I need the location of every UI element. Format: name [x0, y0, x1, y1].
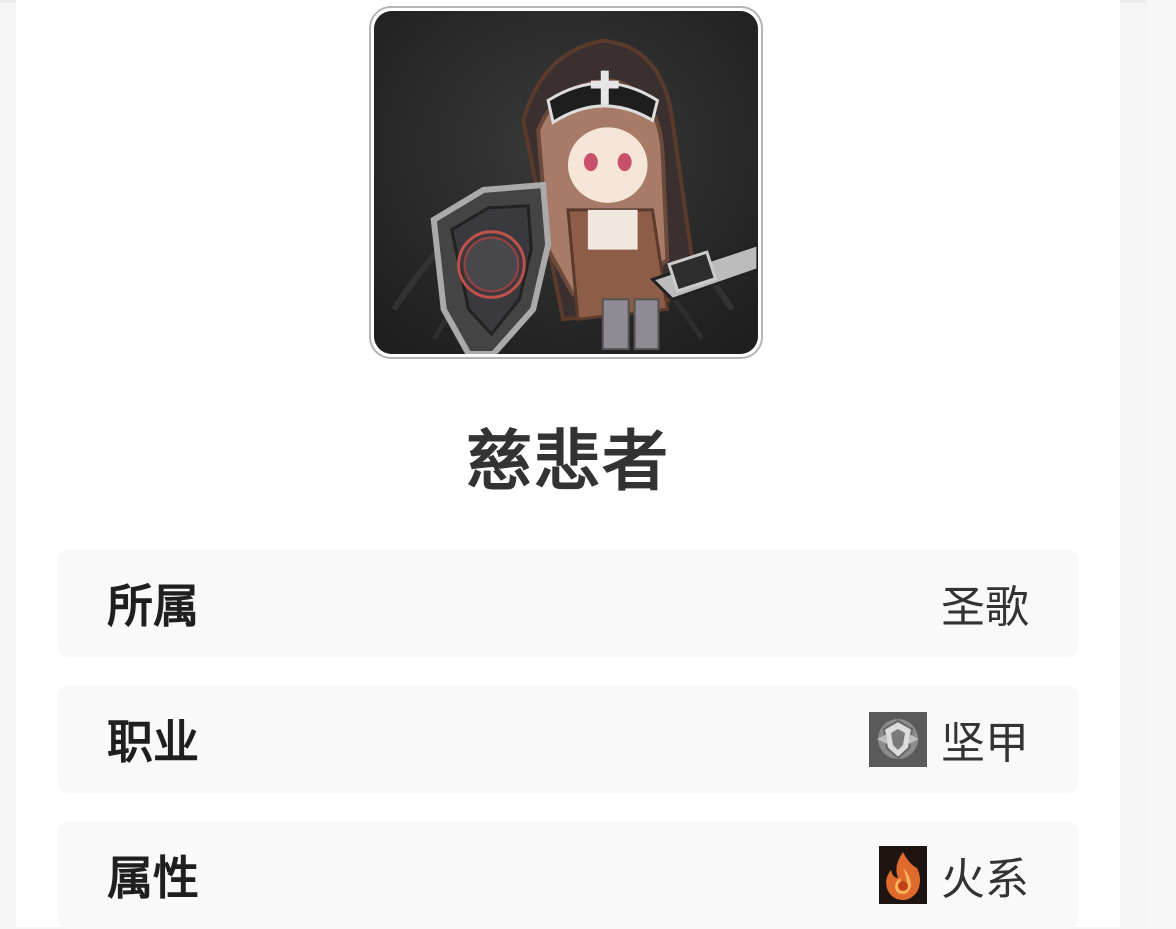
- fire-element-icon: [879, 846, 927, 904]
- element-value: 火系: [941, 854, 1029, 905]
- element-label: 属性: [107, 851, 199, 905]
- faction-label: 所属: [107, 579, 199, 633]
- character-portrait: [374, 11, 758, 354]
- class-value-group: 坚甲: [869, 707, 1029, 771]
- class-value: 坚甲: [941, 718, 1029, 769]
- right-gutter: [1146, 0, 1176, 927]
- info-row-element: 属性 火系: [57, 821, 1079, 929]
- info-row-faction: 所属 圣歌: [57, 549, 1079, 657]
- faction-value-group: 圣歌: [941, 571, 1029, 635]
- character-name: 慈悲者: [466, 423, 670, 500]
- character-portrait-frame[interactable]: [369, 6, 763, 359]
- element-value-group: 火系: [879, 843, 1029, 907]
- class-label: 职业: [107, 715, 199, 769]
- shield-class-icon: [869, 711, 927, 767]
- info-row-class: 职业 坚甲: [57, 685, 1079, 793]
- faction-value: 圣歌: [941, 582, 1029, 633]
